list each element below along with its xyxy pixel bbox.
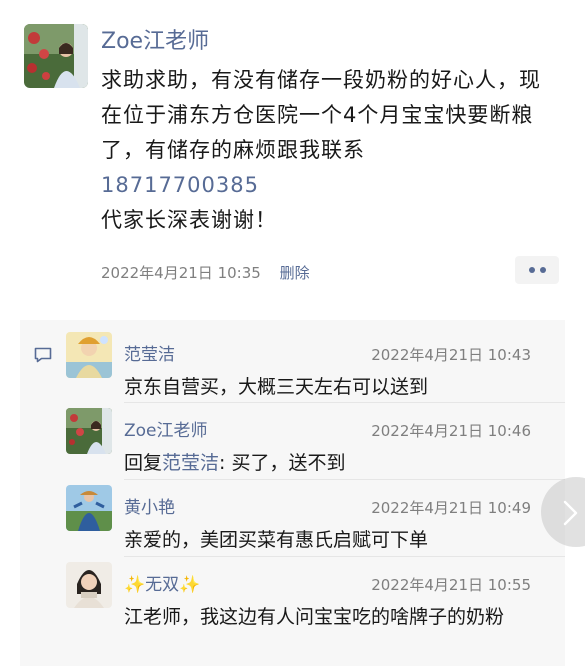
comment-time: 2022年4月21日 10:43 bbox=[371, 346, 531, 364]
more-dots-icon-2 bbox=[539, 267, 546, 273]
comment-text: 回复范莹洁: 买了，送不到 bbox=[124, 448, 524, 478]
comment-time: 2022年4月21日 10:55 bbox=[371, 576, 531, 594]
commenter-name[interactable]: ✨无双✨ bbox=[124, 573, 200, 597]
reply-text: : 买了，送不到 bbox=[219, 452, 346, 474]
reply-to-name[interactable]: 范莹洁 bbox=[162, 452, 219, 474]
comment-item: 黄小艳 2022年4月21日 10:49 亲爱的，美团买菜有惠氏启赋可下单 bbox=[20, 479, 565, 555]
post-meta: 2022年4月21日 10:35 删除 bbox=[101, 262, 310, 284]
post-content: 求助求助，有没有储存一段奶粉的好心人，现在位于浦东方仓医院一个4个月宝宝快要断粮… bbox=[101, 63, 551, 238]
comment-item: ✨无双✨ 2022年4月21日 10:55 江老师，我这边有人问宝宝吃的啥牌子的… bbox=[20, 556, 565, 666]
more-button[interactable] bbox=[515, 256, 559, 284]
comment-text: 京东自营买，大概三天左右可以送到 bbox=[124, 376, 429, 398]
comment-time: 2022年4月21日 10:46 bbox=[371, 422, 531, 440]
delete-button[interactable]: 删除 bbox=[280, 264, 310, 282]
post-text: 求助求助，有没有储存一段奶粉的好心人，现在位于浦东方仓医院一个4个月宝宝快要断粮… bbox=[101, 68, 541, 162]
comment-divider bbox=[124, 556, 565, 557]
reply-prefix: 回复 bbox=[124, 452, 163, 474]
commenter-avatar[interactable] bbox=[66, 408, 112, 454]
commenter-name[interactable]: 范莹洁 bbox=[124, 343, 175, 367]
post-text-after: 代家长深表谢谢！ bbox=[101, 208, 277, 232]
phone-link[interactable]: 18717700385 bbox=[101, 168, 551, 203]
comment-time: 2022年4月21日 10:49 bbox=[371, 499, 531, 517]
comments-section: 范莹洁 2022年4月21日 10:43 京东自营买，大概三天左右可以送到 Zo… bbox=[20, 320, 565, 666]
more-dots-icon bbox=[528, 267, 535, 273]
comment-text: 亲爱的，美团买菜有惠氏启赋可下单 bbox=[124, 529, 429, 551]
comment-divider bbox=[124, 479, 565, 480]
commenter-avatar[interactable] bbox=[66, 332, 112, 378]
moment-post: Zoe江老师 求助求助，有没有储存一段奶粉的好心人，现在位于浦东方仓医院一个4个… bbox=[0, 0, 585, 320]
commenter-avatar[interactable] bbox=[66, 562, 112, 608]
author-avatar[interactable] bbox=[24, 24, 88, 88]
chevron-right-icon bbox=[563, 500, 578, 526]
post-author-name[interactable]: Zoe江老师 bbox=[101, 27, 209, 57]
commenter-name[interactable]: Zoe江老师 bbox=[124, 419, 208, 443]
comment-text: 江老师，我这边有人问宝宝吃的啥牌子的奶粉 bbox=[124, 606, 505, 628]
comment-divider bbox=[124, 402, 565, 403]
commenter-name[interactable]: 黄小艳 bbox=[124, 496, 175, 520]
comment-item: 范莹洁 2022年4月21日 10:43 京东自营买，大概三天左右可以送到 bbox=[20, 332, 565, 402]
comment-item: Zoe江老师 2022年4月21日 10:46 回复范莹洁: 买了，送不到 bbox=[20, 402, 565, 478]
post-time: 2022年4月21日 10:35 bbox=[101, 264, 261, 282]
commenter-avatar[interactable] bbox=[66, 485, 112, 531]
